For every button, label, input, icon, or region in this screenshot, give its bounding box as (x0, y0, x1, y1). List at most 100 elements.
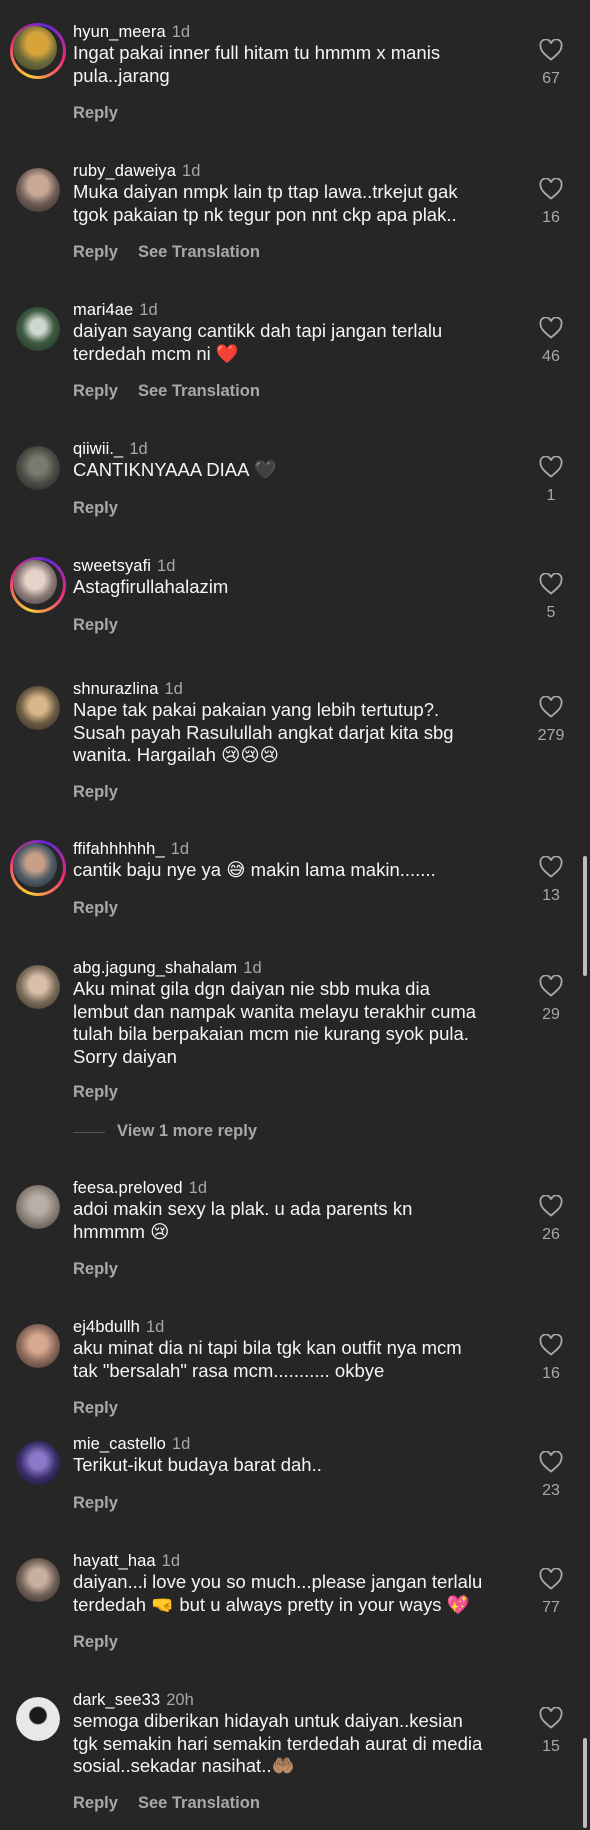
like-count: 16 (542, 1365, 560, 1382)
comment-text: Aku minat gila dgn daiyan nie sbb muka d… (73, 978, 477, 1067)
like-count: 15 (542, 1738, 560, 1755)
heart-icon[interactable] (539, 1195, 563, 1217)
heart-icon[interactable] (539, 975, 563, 997)
comment-text: semoga diberikan hidayah untuk daiyan..k… (73, 1710, 483, 1776)
like-count: 23 (542, 1482, 560, 1499)
heart-icon[interactable] (539, 178, 563, 200)
avatar[interactable] (10, 840, 66, 896)
heart-icon[interactable] (539, 1334, 563, 1356)
heart-icon[interactable] (539, 573, 563, 595)
like-count: 67 (542, 70, 560, 87)
comment-time: 20h (166, 1691, 194, 1709)
avatar[interactable] (16, 686, 60, 730)
like-button[interactable]: 29 (536, 975, 566, 1024)
like-count: 279 (537, 727, 565, 744)
reply-button[interactable]: Reply (73, 104, 118, 122)
comment-text: Ingat pakai inner full hitam tu hmmm x m… (73, 42, 441, 86)
like-button[interactable]: 16 (536, 1334, 566, 1383)
heart-icon[interactable] (539, 1568, 563, 1590)
comment-time: 1d (188, 1179, 208, 1197)
reply-button[interactable]: Reply (73, 783, 118, 801)
like-button[interactable]: 15 (536, 1707, 566, 1756)
reply-button[interactable]: Reply (73, 899, 118, 917)
comment-time: 1d (243, 959, 262, 977)
heart-icon[interactable] (539, 696, 563, 718)
like-count: 77 (542, 1599, 560, 1616)
like-button[interactable]: 16 (536, 178, 566, 227)
like-count: 16 (542, 209, 560, 226)
like-button[interactable]: 26 (536, 1195, 566, 1244)
avatar[interactable] (16, 446, 60, 490)
comment-username[interactable]: mie_castello (73, 1435, 166, 1453)
avatar[interactable] (16, 307, 60, 351)
scrollbar-thumb[interactable] (583, 856, 587, 976)
comment-username[interactable]: ffifahhhhhh_ (73, 840, 165, 858)
reply-button[interactable]: Reply (73, 1260, 118, 1278)
reply-button[interactable]: Reply (73, 243, 118, 261)
reply-button[interactable]: Reply (73, 1794, 118, 1812)
see-translation-button[interactable]: See Translation (138, 382, 260, 400)
reply-button[interactable]: Reply (73, 1083, 118, 1101)
heart-icon[interactable] (539, 317, 563, 339)
like-count: 13 (542, 887, 560, 904)
heart-icon[interactable] (539, 39, 563, 61)
comment-username[interactable]: dark_see33 (73, 1691, 160, 1709)
comment-username[interactable]: ej4bdullh (73, 1318, 140, 1336)
comment-username[interactable]: qiiwii._ (73, 440, 123, 458)
reply-button[interactable]: Reply (73, 1494, 118, 1512)
comment-username[interactable]: sweetsyafi (73, 557, 151, 575)
comment-text: Nape tak pakai pakaian yang lebih tertut… (73, 699, 454, 765)
avatar[interactable] (16, 168, 60, 212)
heart-icon[interactable] (539, 456, 563, 478)
comment-text: adoi makin sexy la plak. u ada parents k… (73, 1198, 413, 1242)
view-more-replies-button[interactable]: View 1 more reply (73, 1122, 373, 1142)
like-button[interactable]: 77 (536, 1568, 566, 1617)
reply-button[interactable]: Reply (73, 616, 118, 634)
comment-username[interactable]: ruby_daweiya (73, 162, 176, 180)
avatar[interactable] (16, 965, 60, 1009)
comment-text: cantik baju nye ya 😅 makin lama makin...… (73, 859, 436, 880)
reply-thread-line (73, 1132, 105, 1133)
like-button[interactable]: 5 (536, 573, 566, 622)
like-button[interactable]: 13 (536, 856, 566, 905)
view-more-replies-label[interactable]: View 1 more reply (117, 1122, 257, 1141)
avatar[interactable] (16, 1697, 60, 1741)
heart-icon[interactable] (539, 1707, 563, 1729)
heart-icon[interactable] (539, 856, 563, 878)
comment-time: 1d (171, 1435, 191, 1453)
like-count: 26 (542, 1226, 560, 1243)
like-button[interactable]: 46 (536, 317, 566, 366)
see-translation-button[interactable]: See Translation (138, 243, 260, 261)
comment-time: 1d (157, 557, 176, 575)
see-translation-button[interactable]: See Translation (138, 1794, 260, 1812)
comment-time: 1d (145, 1318, 165, 1336)
comment-username[interactable]: shnurazlina (73, 680, 159, 698)
reply-button[interactable]: Reply (73, 1633, 118, 1651)
comment-username[interactable]: feesa.preloved (73, 1179, 183, 1197)
comment-time: 1d (170, 840, 190, 858)
avatar[interactable] (16, 1558, 60, 1602)
comment-username[interactable]: hyun_meera (73, 23, 166, 41)
comment-username[interactable]: hayatt_haa (73, 1552, 156, 1570)
comment-time: 1d (161, 1552, 181, 1570)
like-button[interactable]: 67 (536, 39, 566, 88)
reply-button[interactable]: Reply (73, 1399, 118, 1417)
comment-username[interactable]: abg.jagung_shahalam (73, 959, 237, 977)
reply-button[interactable]: Reply (73, 382, 118, 400)
avatar[interactable] (10, 23, 66, 79)
like-count: 1 (546, 487, 556, 504)
comment-time: 1d (139, 301, 158, 319)
heart-icon[interactable] (539, 1451, 563, 1473)
comment-text: Terikut-ikut budaya barat dah.. (73, 1454, 322, 1475)
like-button[interactable]: 1 (536, 456, 566, 505)
avatar[interactable] (16, 1441, 60, 1485)
avatar[interactable] (16, 1324, 60, 1368)
avatar[interactable] (10, 557, 66, 613)
like-button[interactable]: 23 (536, 1451, 566, 1500)
avatar[interactable] (16, 1185, 60, 1229)
scrollbar-thumb-bottom[interactable] (583, 1738, 587, 1828)
reply-button[interactable]: Reply (73, 499, 118, 517)
comment-username[interactable]: mari4ae (73, 301, 133, 319)
like-button[interactable]: 279 (536, 696, 566, 745)
comment-time: 1d (182, 162, 201, 180)
